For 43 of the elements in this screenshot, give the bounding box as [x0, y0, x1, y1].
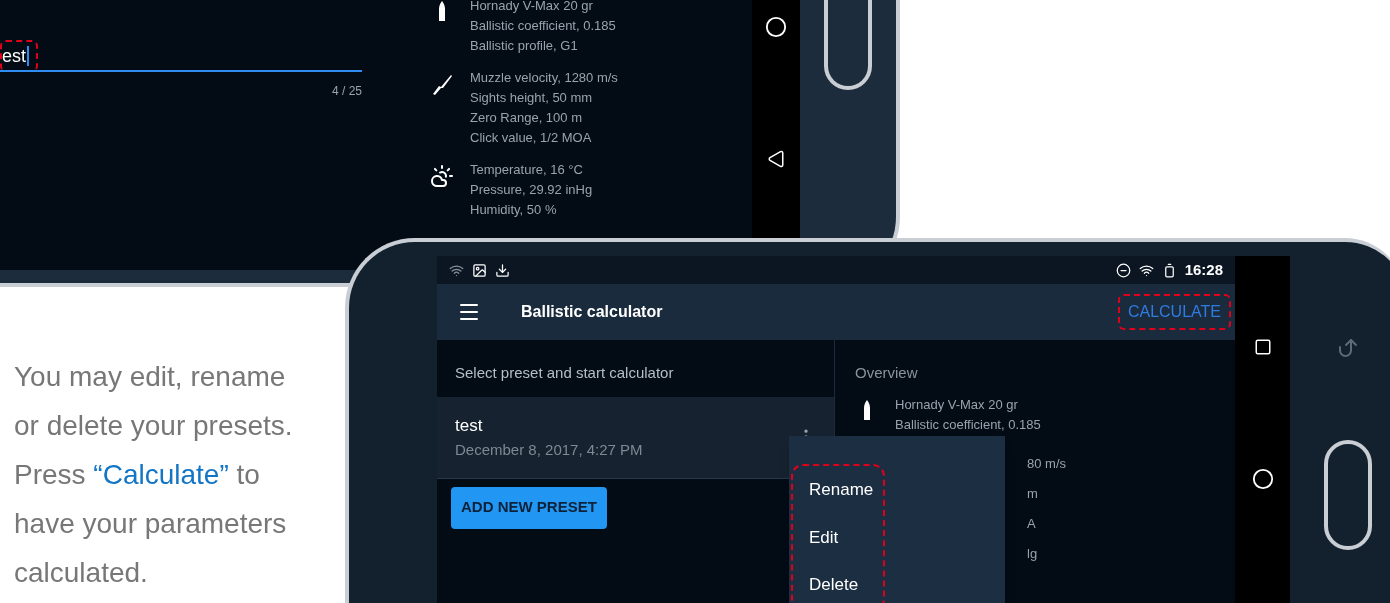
character-counter: 4 / 25 — [330, 83, 362, 100]
image-icon — [472, 262, 487, 278]
home-icon[interactable] — [1251, 468, 1274, 490]
overview-line: lg — [1027, 544, 1039, 563]
rifle-icon — [430, 72, 454, 96]
back-icon[interactable] — [767, 150, 785, 168]
overview-line: Zero Range, 100 m — [470, 109, 583, 127]
overview-line: 80 m/s — [1027, 454, 1067, 473]
section-heading: Overview — [855, 363, 919, 383]
recents-icon[interactable] — [1253, 338, 1272, 356]
overview-line: Click value, 1/2 MOA — [470, 129, 593, 147]
overview-line: Ballistic coefficient, 0.185 — [470, 17, 616, 35]
preset-date: December 8, 2017, 4:27 PM — [455, 439, 644, 460]
wifi-icon — [1138, 262, 1154, 278]
overview-line: Ballistic profile, G1 — [470, 37, 579, 55]
overview-line: Humidity, 50 % — [470, 201, 558, 219]
menu-item[interactable]: Edit — [793, 513, 883, 561]
overview-line: Hornady V-Max 20 gr — [470, 0, 594, 15]
status-time: 16:28 — [1184, 259, 1223, 280]
bullet-icon — [437, 0, 447, 22]
preset-name: test — [455, 415, 484, 437]
bullet-icon — [862, 398, 872, 421]
name-input-field[interactable]: est — [2, 46, 29, 66]
home-icon[interactable] — [765, 16, 787, 38]
add-preset-button[interactable]: ADD NEW PRESET — [451, 486, 607, 529]
description-paragraph: You may edit, rename or delete your presets. Press “Calculate” to have your parameters calculated. — [14, 360, 294, 590]
overview-line: Temperature, 16 °C — [470, 161, 584, 179]
overview-line: Hornady V-Max 20 gr — [895, 395, 1019, 414]
menu-item[interactable]: Delete — [793, 561, 883, 603]
do-not-disturb-icon — [1115, 262, 1131, 278]
overview-line: Pressure, 29.92 inHg — [470, 181, 593, 199]
preset-list-item[interactable]: test December 8, 2017, 4:27 PM — [437, 396, 834, 479]
overview-line: Ballistic coefficient, 0.185 — [895, 415, 1041, 434]
cloud-sun-icon — [430, 164, 454, 188]
overview-line: A — [1027, 514, 1037, 533]
download-icon — [495, 262, 510, 278]
wifi-icon — [449, 262, 464, 278]
section-heading: Select preset and start calculator — [454, 363, 675, 383]
calculate-link[interactable]: “Calculate” — [93, 459, 229, 490]
toolbar-title: Ballistic calculator — [521, 302, 663, 322]
overview-line: m — [1027, 484, 1039, 503]
overview-line: Sights height, 50 mm — [470, 89, 594, 107]
overview-line: Muzzle velocity, 1280 m/s — [470, 69, 618, 87]
